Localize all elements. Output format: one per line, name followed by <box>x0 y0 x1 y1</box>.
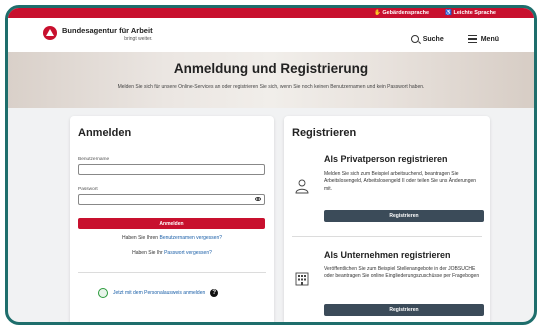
forgot-username-link[interactable]: Benutzernamen vergessen? <box>159 235 222 241</box>
building-icon <box>295 272 309 286</box>
brand-logo[interactable]: Bundesagentur für Arbeit bringt weiter. <box>43 26 153 42</box>
sign-language-label: Gebärdensprache <box>382 10 430 16</box>
id-card-login: Jetzt mit dem Personalausweis anmelden ? <box>98 288 219 298</box>
menu-button[interactable]: Menü <box>467 35 499 43</box>
browser-frame: ✋ Gebärdensprache ♿ Leichte Sprache Bund… <box>5 5 537 325</box>
brand-name: Bundesagentur für Arbeit <box>62 26 153 35</box>
forgot-username-prefix: Haben Sie Ihren <box>121 235 160 241</box>
forgot-username-line: Haben Sie Ihren Benutzernamen vergessen? <box>70 235 274 241</box>
business-description: Veröffentlichen Sie zum Beispiel Stellen… <box>324 266 480 280</box>
header-actions: Suche Menü <box>410 35 499 43</box>
show-password-icon[interactable] <box>255 197 261 201</box>
login-title: Anmelden <box>78 127 132 139</box>
ausweis-app-icon <box>98 288 108 298</box>
page-subtitle: Melden Sie sich für unsere Online-Servic… <box>117 84 425 90</box>
easy-language-label: Leichte Sprache <box>453 10 497 16</box>
private-heading: Als Privatperson registrieren <box>324 154 448 164</box>
username-input[interactable] <box>78 164 265 175</box>
forgot-password-prefix: Haben Sie Ihr <box>132 250 165 256</box>
login-divider <box>78 272 266 273</box>
top-utility-bar: ✋ Gebärdensprache ♿ Leichte Sprache <box>8 8 534 18</box>
username-label: Benutzername <box>78 157 110 162</box>
forgot-password-link[interactable]: Passwort vergessen? <box>164 250 212 256</box>
business-heading: Als Unternehmen registrieren <box>324 250 451 260</box>
register-card: Registrieren Als Privatperson registrier… <box>284 116 490 322</box>
search-button[interactable]: Suche <box>410 35 444 43</box>
register-title: Registrieren <box>292 127 357 139</box>
register-private-button[interactable]: Registrieren <box>324 210 484 222</box>
sign-language-link[interactable]: ✋ Gebärdensprache <box>374 10 429 16</box>
register-divider <box>292 236 482 237</box>
private-description: Melden Sie sich zum Beispiel arbeitsuche… <box>324 171 477 192</box>
login-card: Anmelden Benutzername Passwort Anmelden … <box>70 116 274 322</box>
easy-language-link[interactable]: ♿ Leichte Sprache <box>445 10 496 16</box>
login-button[interactable]: Anmelden <box>78 218 265 229</box>
forgot-password-line: Haben Sie Ihr Passwort vergessen? <box>70 250 274 256</box>
password-label: Passwort <box>78 187 98 192</box>
menu-label: Menü <box>480 35 499 43</box>
brand-tagline: bringt weiter. <box>124 36 153 42</box>
site-header: Bundesagentur für Arbeit bringt weiter. … <box>8 18 534 52</box>
id-card-login-link[interactable]: Jetzt mit dem Personalausweis anmelden <box>113 290 205 296</box>
help-icon[interactable]: ? <box>210 289 219 297</box>
hero-banner: Anmeldung und Registrierung Melden Sie s… <box>8 52 534 108</box>
hamburger-icon <box>467 35 477 43</box>
search-label: Suche <box>422 35 444 43</box>
search-icon <box>410 35 419 43</box>
page-title: Anmeldung und Registrierung <box>173 61 369 76</box>
register-business-button[interactable]: Registrieren <box>324 304 484 316</box>
password-input[interactable] <box>78 194 265 205</box>
person-icon <box>295 179 309 194</box>
ba-logo-icon <box>43 26 57 40</box>
